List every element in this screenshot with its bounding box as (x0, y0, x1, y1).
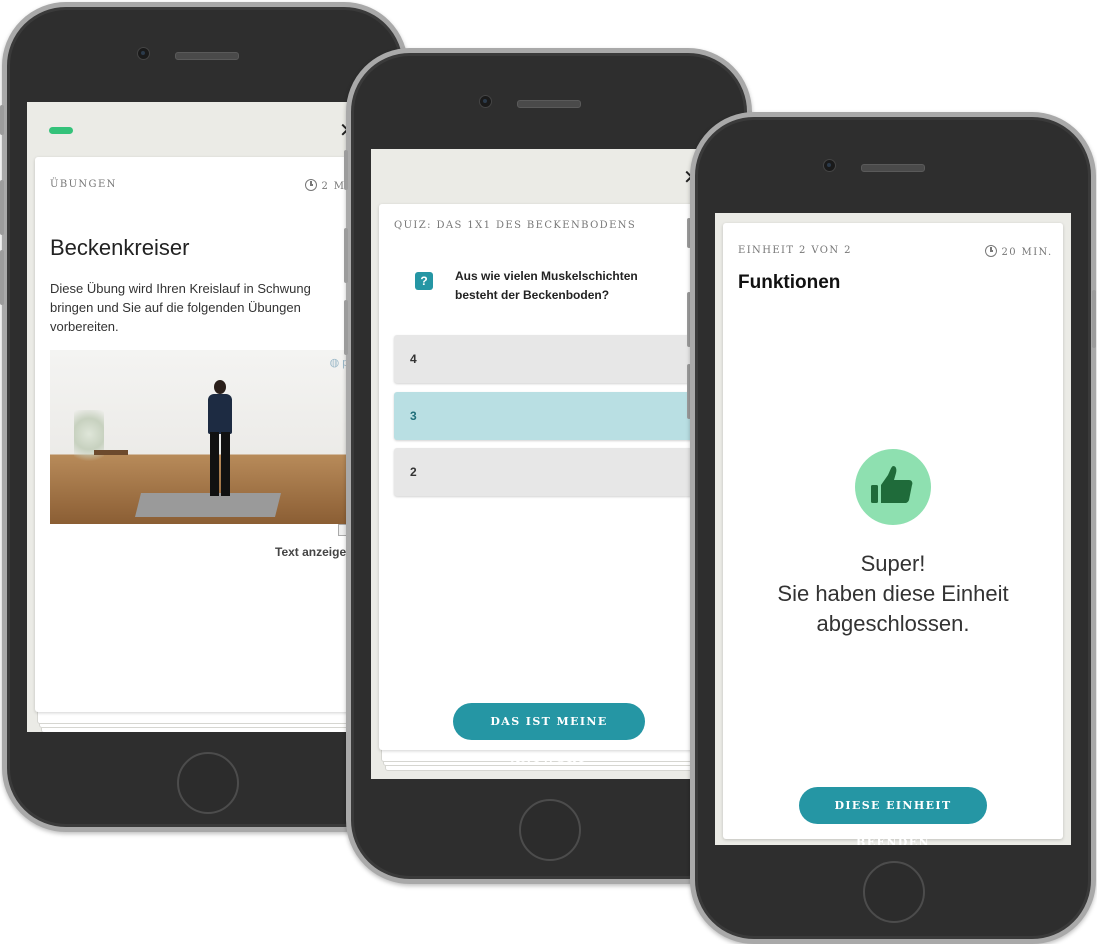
power-button (344, 150, 348, 190)
exercise-description: Diese Übung wird Ihren Kreislauf in Schw… (50, 281, 311, 334)
home-button[interactable] (177, 752, 239, 814)
home-button[interactable] (519, 799, 581, 861)
phone-3: Einheit 2 von 2 20 MIN. Funktionen Super… (690, 112, 1096, 944)
quiz-title: Quiz: das 1x1 des Beckenbodens (394, 220, 637, 231)
quiz-card: Quiz: das 1x1 des Beckenbodens ? Aus wie… (379, 204, 719, 765)
pelvina-logo-icon: ◍ (329, 357, 340, 369)
success-badge (855, 449, 931, 525)
speaker-grille (517, 100, 581, 108)
front-camera (137, 47, 150, 60)
success-line-2: Sie haben diese Einheit (777, 581, 1009, 606)
power-button (344, 228, 348, 283)
show-text-label[interactable]: Text anzeige (275, 545, 346, 559)
volume-button (0, 105, 4, 135)
volume-button (0, 250, 4, 305)
exercise-video[interactable]: ◍ pelvin (50, 350, 375, 524)
thumbs-up-icon (871, 466, 913, 503)
home-button[interactable] (863, 861, 925, 923)
duration-text: 20 MIN. (1001, 247, 1053, 258)
question-text: Aus wie vielen Muskelschichten besteht d… (455, 269, 638, 302)
category-label: Übungen (50, 179, 117, 190)
unit-title: Funktionen (738, 272, 841, 293)
success-message: Super! Sie haben diese Einheit abgeschlo… (723, 549, 1063, 639)
instructor-figure (200, 380, 240, 500)
clock-icon (305, 178, 317, 191)
power-button (1092, 290, 1096, 348)
exercise-card: Übungen 2 MI Beckenkreiser Diese Übung w… (35, 157, 375, 712)
speaker-grille (861, 164, 925, 172)
finish-unit-button[interactable]: Diese Einheit beenden (799, 787, 987, 845)
phone-3-screen: Einheit 2 von 2 20 MIN. Funktionen Super… (715, 213, 1071, 845)
front-camera (823, 159, 836, 172)
exercise-title: Beckenkreiser (50, 235, 190, 260)
unit-label: Einheit 2 von 2 (738, 245, 852, 256)
success-line-1: Super! (860, 551, 926, 576)
question-icon: ? (415, 272, 433, 290)
clock-icon (985, 244, 997, 257)
power-button (344, 300, 348, 355)
completion-card: Einheit 2 von 2 20 MIN. Funktionen Super… (723, 223, 1063, 845)
answer-option-selected[interactable]: 3 (394, 392, 694, 440)
bench-decoration (94, 450, 128, 479)
submit-answer-button[interactable]: Das ist meine Antwort (453, 703, 645, 765)
front-camera (479, 95, 492, 108)
progress-bar (49, 127, 73, 134)
duration-badge: 20 MIN. (985, 242, 1053, 260)
answer-option[interactable]: 4 (394, 335, 694, 383)
volume-button (0, 180, 4, 235)
speaker-grille (175, 52, 239, 60)
success-line-3: abgeschlossen. (816, 611, 970, 636)
answer-option[interactable]: 2 (394, 448, 694, 496)
